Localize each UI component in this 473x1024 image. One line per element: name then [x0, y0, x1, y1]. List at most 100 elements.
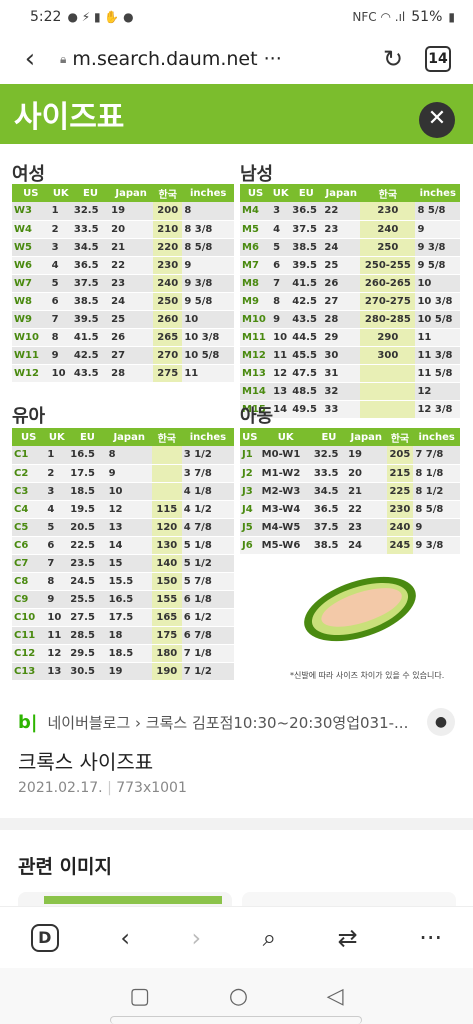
table-cell: 22.5	[68, 536, 107, 555]
table-cell: 20	[346, 464, 387, 483]
more-icon[interactable]: ···	[419, 924, 442, 952]
address-bar[interactable]: m.search.daum.net ···	[72, 48, 371, 70]
table-cell: 7 1/2	[181, 662, 234, 681]
related-images-title: 관련 이미지	[18, 856, 113, 878]
result-source[interactable]: b| 네이버블로그 › 크록스 김포점10:30~20:30영업031-...	[18, 712, 458, 733]
table-row: M13 12 47.5 31 11 5/8	[240, 364, 460, 383]
table-cell	[360, 400, 416, 419]
table-cell: 280-285	[360, 310, 416, 329]
table-cell: 20	[109, 220, 154, 239]
table-row: C5 5 20.5 13 120 4 7/8	[12, 518, 234, 537]
signal-icons: NFC ◠ .ıl	[352, 10, 406, 24]
table-cell: 260	[153, 310, 183, 329]
table-row: C6 6 22.5 14 130 5 1/8	[12, 536, 234, 555]
table-row: W5 3 34.5 21 220 8 5/8	[12, 238, 234, 257]
table-cell: 42.5	[290, 292, 323, 311]
table-cell: 5 1/2	[181, 554, 234, 573]
sandal-illustration	[304, 576, 416, 642]
table-cell: 32.5	[311, 446, 347, 465]
table-cell: 8 1/8	[413, 464, 460, 483]
column-header: EU	[71, 184, 110, 202]
table-cell: 28.5	[68, 626, 107, 645]
forward-icon[interactable]: ›	[191, 924, 201, 952]
home-icon[interactable]: ○	[229, 984, 248, 1009]
reload-icon[interactable]: ↻	[371, 45, 415, 73]
image-header: 사이즈표	[0, 84, 473, 144]
table-cell: 11	[45, 626, 69, 645]
table-header-row: US UK EU Japan 한국 inches	[240, 184, 460, 202]
table-cell: M9	[240, 292, 272, 311]
table-cell: 3 7/8	[181, 464, 234, 483]
table-cell: 33.5	[71, 220, 110, 239]
table-cell: 155	[151, 590, 182, 609]
table-cell: 17.5	[106, 608, 152, 627]
male-title: 남성	[240, 164, 274, 185]
chat-icon[interactable]: ●	[427, 708, 455, 736]
table-cell: C8	[12, 572, 46, 591]
result-title[interactable]: 크록스 사이즈표	[18, 746, 153, 775]
table-cell: M5-W6	[259, 536, 312, 555]
table-cell: 37.5	[311, 518, 347, 537]
table-row: C9 9 25.5 16.5 155 6 1/8	[12, 590, 234, 609]
daum-icon[interactable]: D	[30, 923, 59, 952]
table-row: J3 M2-W3 34.5 21 225 8 1/2	[240, 482, 460, 501]
table-cell: 4	[271, 220, 291, 239]
table-cell: 10	[106, 482, 152, 501]
table-cell: 37.5	[71, 274, 110, 293]
back-nav-icon[interactable]: ‹	[120, 924, 130, 952]
table-row: W12 10 43.5 28 275 11	[12, 364, 234, 383]
table-cell: 265	[153, 328, 183, 347]
table-cell	[360, 382, 416, 401]
status-time: 5:22	[30, 9, 62, 25]
tab-count-button[interactable]: 14	[425, 46, 451, 72]
table-cell: M2-W3	[259, 482, 312, 501]
table-cell: 250	[360, 238, 416, 257]
table-cell: M14	[240, 382, 272, 401]
table-cell: M3-W4	[259, 500, 312, 519]
share-icon[interactable]: ⇄	[338, 924, 358, 952]
table-cell: J3	[240, 482, 260, 501]
recent-apps-icon[interactable]: ▢	[129, 984, 150, 1009]
table-cell: C3	[12, 482, 46, 501]
table-cell: 8 5/8	[415, 202, 460, 221]
table-cell: 1	[49, 202, 72, 221]
system-back-icon[interactable]: ◁	[327, 984, 344, 1009]
table-cell: 45.5	[290, 346, 323, 365]
table-cell: 25	[109, 310, 154, 329]
table-cell: 9 3/8	[415, 238, 460, 257]
table-cell: 270	[153, 346, 183, 365]
table-cell: 4 1/2	[181, 500, 234, 519]
table-row: J2 M1-W2 33.5 20 215 8 1/8	[240, 464, 460, 483]
table-cell: 29	[322, 328, 361, 347]
table-cell: 7	[271, 274, 291, 293]
column-header: inches	[415, 184, 460, 202]
search-icon[interactable]: ⌕	[263, 924, 276, 952]
table-cell: 36.5	[290, 202, 323, 221]
column-header: UK	[49, 184, 72, 202]
table-cell: 30.5	[68, 662, 107, 681]
table-cell: 24	[322, 238, 361, 257]
table-cell: 37.5	[290, 220, 323, 239]
table-cell: 4 7/8	[181, 518, 234, 537]
table-row: M5 4 37.5 23 240 9	[240, 220, 460, 239]
table-cell: C7	[12, 554, 46, 573]
table-row: M9 8 42.5 27 270-275 10 3/8	[240, 292, 460, 311]
table-cell: 14	[106, 536, 152, 555]
table-cell: 12	[106, 500, 152, 519]
back-icon[interactable]: ‹	[0, 44, 60, 74]
table-cell: 36.5	[71, 256, 110, 275]
table-cell: 230	[153, 256, 183, 275]
table-row: C2 2 17.5 9 3 7/8	[12, 464, 234, 483]
table-cell: M5	[240, 220, 272, 239]
table-cell	[360, 364, 416, 383]
table-cell	[151, 464, 182, 483]
table-cell: 9	[415, 220, 460, 239]
close-icon[interactable]: ✕	[419, 102, 455, 138]
table-cell: 12	[271, 364, 291, 383]
table-cell: M10	[240, 310, 272, 329]
table-cell: 9 3/8	[413, 536, 460, 555]
url-text: m.search.daum.net	[72, 48, 258, 70]
table-cell: 4	[45, 500, 69, 519]
table-cell: 115	[151, 500, 182, 519]
infant-title: 유아	[12, 406, 46, 427]
